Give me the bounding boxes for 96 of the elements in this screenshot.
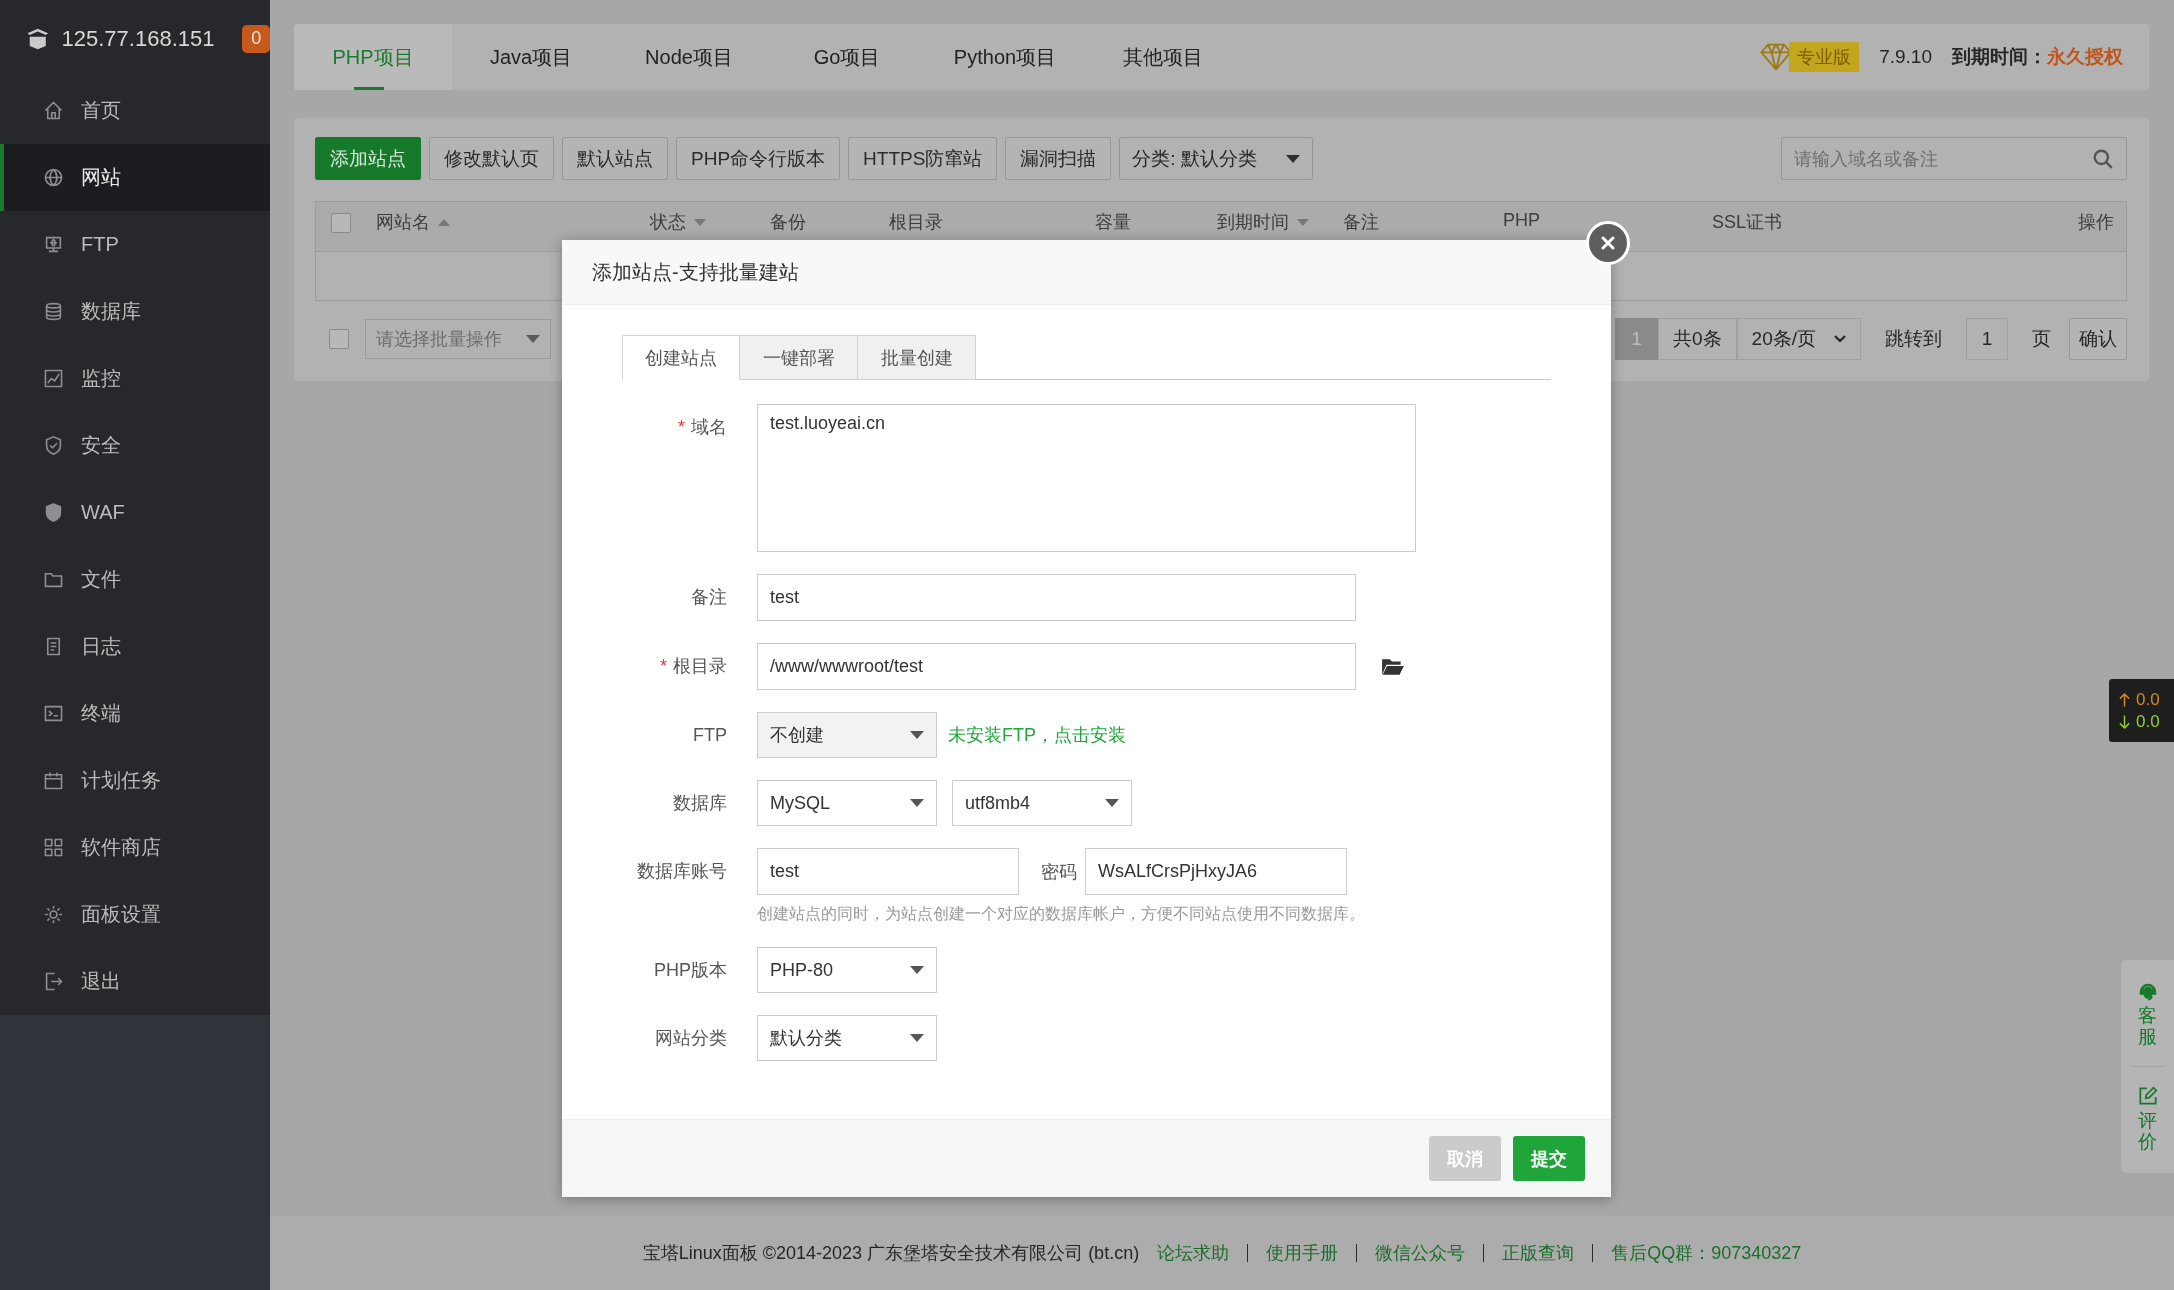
column-header[interactable]: 状态: [650, 210, 706, 234]
jump-label: 跳转到: [1884, 327, 1943, 351]
checkbox[interactable]: [329, 329, 349, 349]
calendar-icon: [42, 769, 65, 792]
edit-icon: [2136, 1084, 2159, 1107]
sidebar-item[interactable]: 文件: [0, 546, 270, 613]
chart-icon: [42, 367, 65, 390]
field-label: 网站分类: [655, 1028, 727, 1048]
folder-icon[interactable]: [1381, 656, 1405, 677]
toolbar-button[interactable]: 修改默认页: [429, 137, 554, 180]
sidebar-item[interactable]: 计划任务: [0, 747, 270, 814]
sidebar-item[interactable]: 退出: [0, 948, 270, 1015]
dialog-tab[interactable]: 批量创建: [858, 335, 976, 380]
required-mark: *: [660, 656, 667, 676]
globe-icon: [42, 166, 65, 189]
grid-icon: [42, 836, 65, 859]
sidebar-item[interactable]: 软件商店: [0, 814, 270, 881]
arrow-up-icon: [2119, 691, 2130, 708]
column-header[interactable]: 操作: [2078, 210, 2114, 234]
sidebar-item[interactable]: 网站: [0, 144, 270, 211]
toolbar-button[interactable]: HTTPS防窜站: [848, 137, 998, 180]
sidebar-item[interactable]: 数据库: [0, 278, 270, 345]
checkbox[interactable]: [331, 213, 351, 233]
domain-field[interactable]: test.luoyeai.cn: [757, 404, 1416, 552]
select-field[interactable]: utf8mb4: [952, 780, 1132, 826]
column-header[interactable]: SSL证书: [1712, 210, 1783, 234]
download-speed: 0.0: [2136, 711, 2160, 732]
field-label: 域名: [691, 417, 727, 437]
select-field[interactable]: 默认分类: [757, 1015, 937, 1061]
copyright-text: 宝塔Linux面板 ©2014-2023 广东堡塔安全技术有限公司 (bt.cn): [642, 1242, 1140, 1265]
column-header[interactable]: 根目录: [889, 210, 943, 234]
field-label: 备注: [691, 587, 727, 607]
version-text: 7.9.10: [1879, 46, 1932, 68]
project-tab[interactable]: Python项目: [926, 24, 1084, 90]
sidebar-item[interactable]: 日志: [0, 613, 270, 680]
field-label: FTP: [693, 725, 727, 745]
column-header[interactable]: 网站名: [376, 210, 450, 234]
column-header[interactable]: 到期时间: [1217, 210, 1309, 234]
column-header[interactable]: 容量: [1095, 210, 1131, 234]
sidebar-item[interactable]: 首页: [0, 77, 270, 144]
page-unit: 页: [2031, 327, 2052, 351]
project-tab[interactable]: 其他项目: [1084, 24, 1242, 90]
sidebar-item[interactable]: 终端: [0, 680, 270, 747]
dialog-tab[interactable]: 创建站点: [622, 335, 740, 380]
input-field[interactable]: /www/wwwroot/test: [757, 643, 1356, 690]
upload-speed: 0.0: [2136, 689, 2160, 710]
caret-icon: [1105, 799, 1119, 807]
sidebar-item[interactable]: 面板设置: [0, 881, 270, 948]
toolbar-button[interactable]: 添加站点: [315, 137, 421, 180]
caret-icon: [526, 335, 540, 343]
edition-badge: 专业版: [1789, 42, 1860, 72]
total-count: 共0条: [1658, 318, 1737, 360]
page-size-select[interactable]: 20条/页: [1736, 318, 1861, 360]
dialog-tab[interactable]: 一键部署: [740, 335, 858, 380]
confirm-button[interactable]: 确认: [2069, 318, 2127, 360]
field-label: 数据库账号: [637, 861, 727, 881]
search-icon: [2092, 147, 2114, 170]
sidebar-item[interactable]: WAF: [0, 479, 270, 546]
select-field[interactable]: MySQL: [757, 780, 937, 826]
sidebar-item[interactable]: 监控: [0, 345, 270, 412]
expiry-label: 到期时间：: [1952, 45, 2047, 69]
category-select[interactable]: 分类: 默认分类: [1119, 137, 1314, 180]
field-label: 根目录: [673, 656, 727, 676]
project-tab[interactable]: Go项目: [768, 24, 926, 90]
notification-badge[interactable]: 0: [242, 24, 270, 53]
field-label: 数据库: [673, 793, 727, 813]
caret-icon: [910, 731, 924, 739]
password-field[interactable]: WsALfCrsPjHxyJA6: [1085, 848, 1347, 895]
sidebar-item[interactable]: FTP: [0, 211, 270, 278]
dialog-title: 添加站点-支持批量建站: [562, 240, 1611, 305]
sidebar-item[interactable]: 安全: [0, 412, 270, 479]
caret-icon: [910, 799, 924, 807]
input-field[interactable]: test: [757, 574, 1356, 621]
column-header[interactable]: PHP: [1503, 210, 1540, 231]
column-header[interactable]: 备注: [1343, 210, 1379, 234]
project-tab[interactable]: Node项目: [610, 24, 768, 90]
arrow-down-icon: [2119, 713, 2130, 730]
project-tab[interactable]: Java项目: [452, 24, 610, 90]
column-header[interactable]: 备份: [770, 210, 806, 234]
page-input[interactable]: 1: [1966, 318, 2008, 360]
toolbar-button[interactable]: 漏洞扫描: [1005, 137, 1112, 180]
toolbar-button[interactable]: 默认站点: [562, 137, 668, 180]
hint-text: 创建站点的同时，为站点创建一个对应的数据库帐户，方便不同站点使用不同数据库。: [757, 904, 1366, 924]
home-icon: [42, 99, 65, 122]
server-address: 125.77.168.151: [61, 25, 215, 52]
select-field[interactable]: PHP-80: [757, 947, 937, 993]
input-field[interactable]: test: [757, 848, 1019, 895]
chevron-icon: [1834, 335, 1846, 343]
caret-icon: [910, 966, 924, 974]
field-label: 密码: [1041, 860, 1077, 884]
field-label: PHP版本: [654, 960, 727, 980]
expiry-value: 永久授权: [2047, 45, 2123, 69]
required-mark: *: [678, 417, 685, 437]
caret-icon: [910, 1034, 924, 1042]
caret-icon: [1286, 154, 1301, 163]
toolbar-button[interactable]: PHP命令行版本: [676, 137, 841, 180]
